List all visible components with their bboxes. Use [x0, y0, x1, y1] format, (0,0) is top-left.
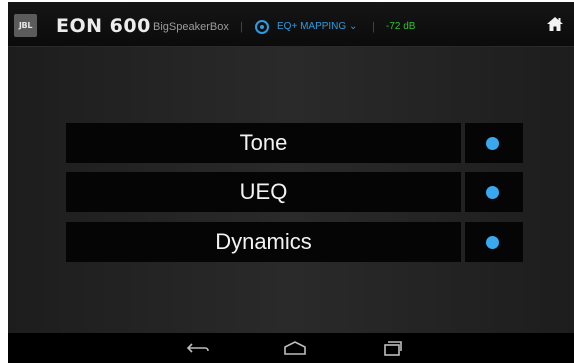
menu-item-ueq[interactable]: UEQ	[66, 172, 461, 212]
toggle-ueq[interactable]	[465, 172, 523, 212]
android-navbar	[8, 333, 574, 363]
menu-row-dynamics[interactable]: Dynamics	[66, 222, 523, 262]
product-title: EON 600	[56, 15, 151, 37]
separator: |	[372, 21, 375, 33]
status-dot-icon	[486, 236, 499, 249]
level-readout: -72 dB	[386, 21, 416, 32]
mode-label: EQ+ MAPPING	[277, 21, 347, 32]
toggle-tone[interactable]	[465, 123, 523, 163]
jbl-logo: JBL	[14, 14, 37, 37]
menu-item-dynamics[interactable]: Dynamics	[66, 222, 461, 262]
top-bar: JBL EON 600 BigSpeakerBox | EQ+ MAPPING …	[8, 2, 574, 47]
device-name: BigSpeakerBox	[153, 21, 229, 33]
status-dot-icon	[486, 186, 499, 199]
home-outline-icon[interactable]	[282, 339, 308, 357]
chevron-down-icon: ⌄	[348, 21, 358, 32]
menu-row-ueq[interactable]: UEQ	[66, 172, 523, 212]
main-content: Tone UEQ Dynamics	[8, 47, 574, 333]
device-screen: JBL EON 600 BigSpeakerBox | EQ+ MAPPING …	[8, 2, 574, 363]
radio-icon[interactable]	[255, 20, 269, 34]
home-icon[interactable]	[546, 16, 564, 32]
recent-apps-icon[interactable]	[380, 339, 404, 357]
menu-row-tone[interactable]: Tone	[66, 123, 523, 163]
separator: |	[240, 21, 243, 33]
mode-dropdown[interactable]: EQ+ MAPPING ⌄	[277, 20, 357, 34]
status-dot-icon	[486, 137, 499, 150]
menu-item-tone[interactable]: Tone	[66, 123, 461, 163]
back-icon[interactable]	[186, 339, 210, 357]
toggle-dynamics[interactable]	[465, 222, 523, 262]
